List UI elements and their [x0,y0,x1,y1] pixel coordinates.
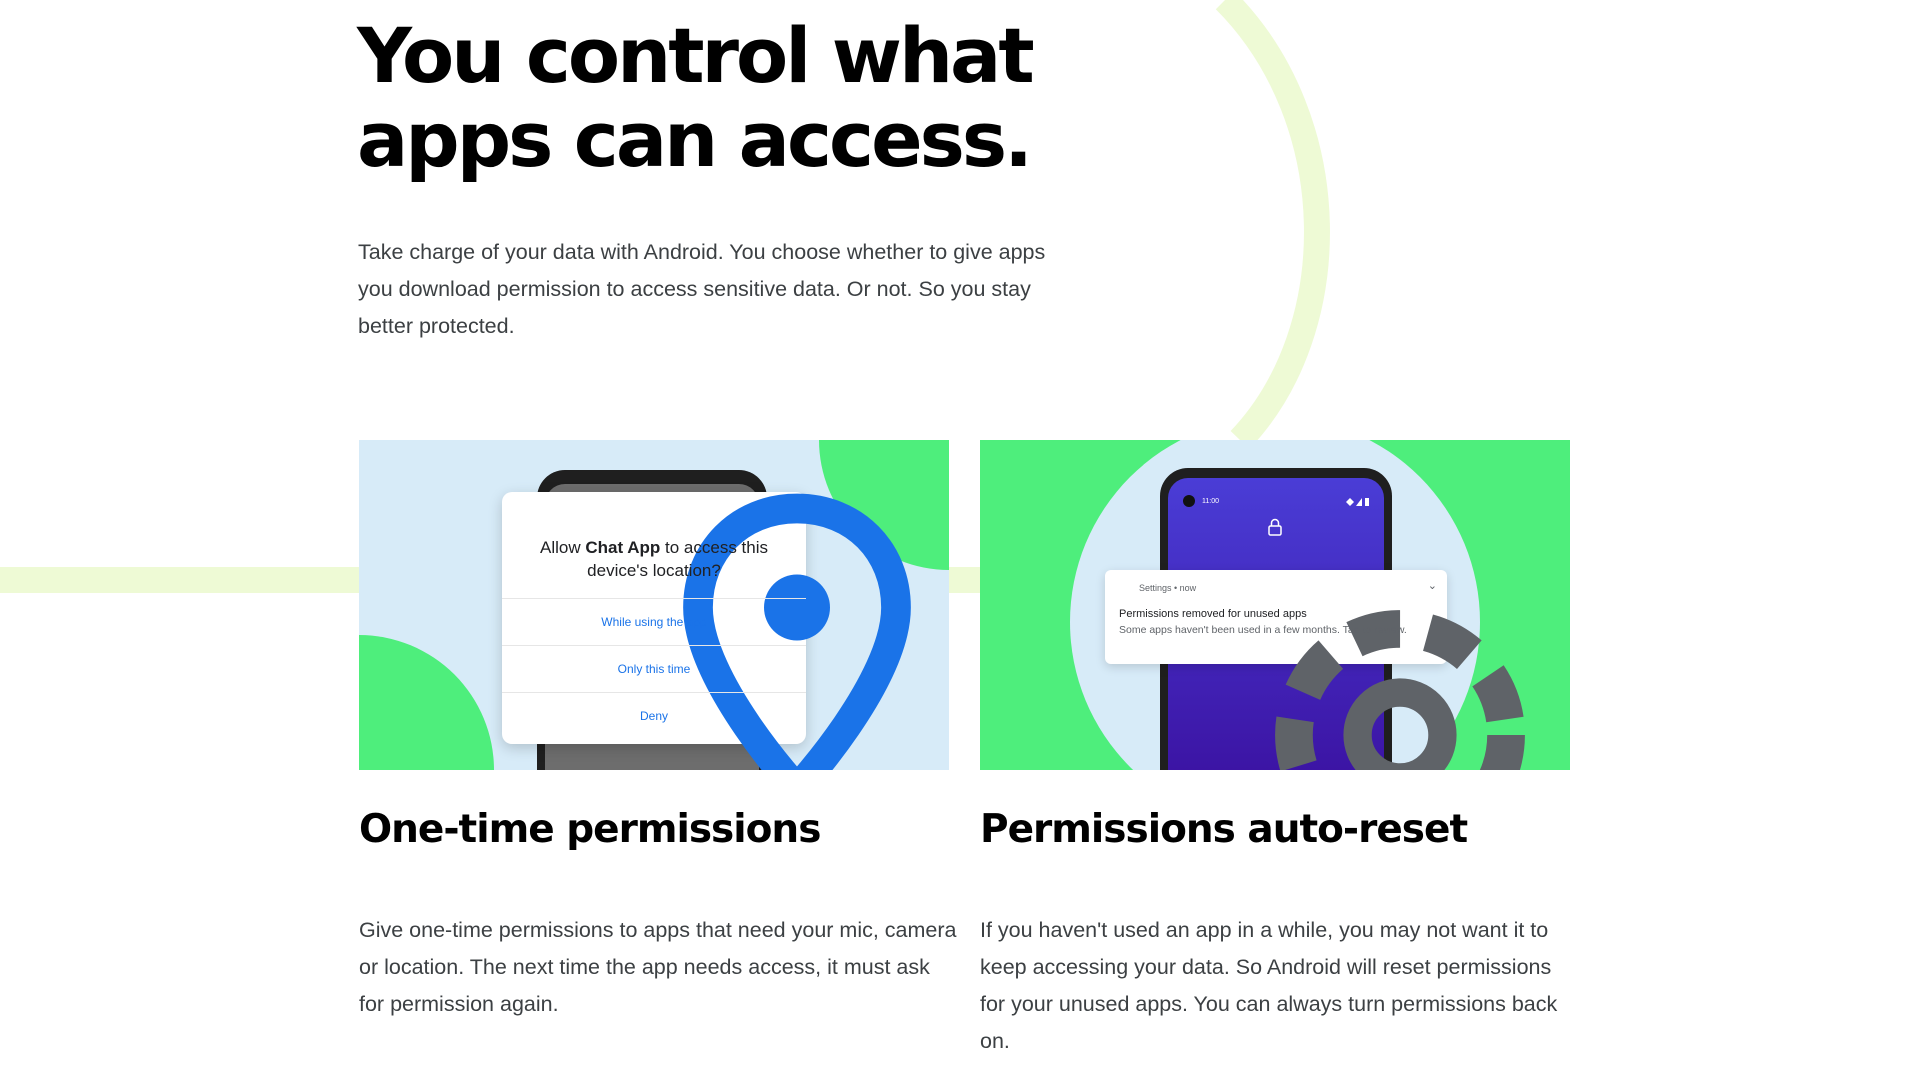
dialog-prompt: Allow Chat App to access this device's l… [522,536,786,582]
option-deny[interactable]: Deny [502,692,806,739]
notification-text: Some apps haven't been used in a few mon… [1119,624,1407,636]
option-while-using-app[interactable]: While using the app [502,598,806,645]
location-permission-dialog: Allow Chat App to access this device's l… [502,492,911,770]
battery-icon [1365,498,1369,506]
permissions-auto-reset-illustration: 11:00 Settings • now ⌄ Permissions remov… [980,440,1570,770]
card-title-one-time-permissions: One-time permissions [359,807,821,852]
auto-reset-notification[interactable]: Settings • now ⌄ Permissions removed for… [1105,570,1525,770]
page-title-line-2: apps can access. [357,95,1033,184]
gear-icon [1275,610,1525,770]
dialog-app-name: Chat App [585,538,661,557]
one-time-permissions-illustration: Allow Chat App to access this device's l… [359,440,949,770]
status-bar-time: 11:00 [1202,498,1219,505]
chevron-down-icon[interactable]: ⌄ [1428,579,1437,592]
page-title: You control what apps can access. [357,11,1035,184]
card-body-one-time-permissions: Give one-time permissions to apps that n… [359,918,957,1016]
dialog-prompt-prefix: Allow [540,538,586,557]
card-title-permissions-auto-reset: Permissions auto-reset [980,807,1468,852]
intro-paragraph: Take charge of your data with Android. Y… [358,240,1046,338]
notification-title: Permissions removed for unused apps [1119,608,1307,620]
card-body-permissions-auto-reset: If you haven't used an app in a while, y… [980,918,1558,1053]
page-title-line-1: You control what [357,11,1035,100]
notification-app-label: Settings • now [1139,583,1197,593]
option-only-this-time[interactable]: Only this time [502,645,806,692]
